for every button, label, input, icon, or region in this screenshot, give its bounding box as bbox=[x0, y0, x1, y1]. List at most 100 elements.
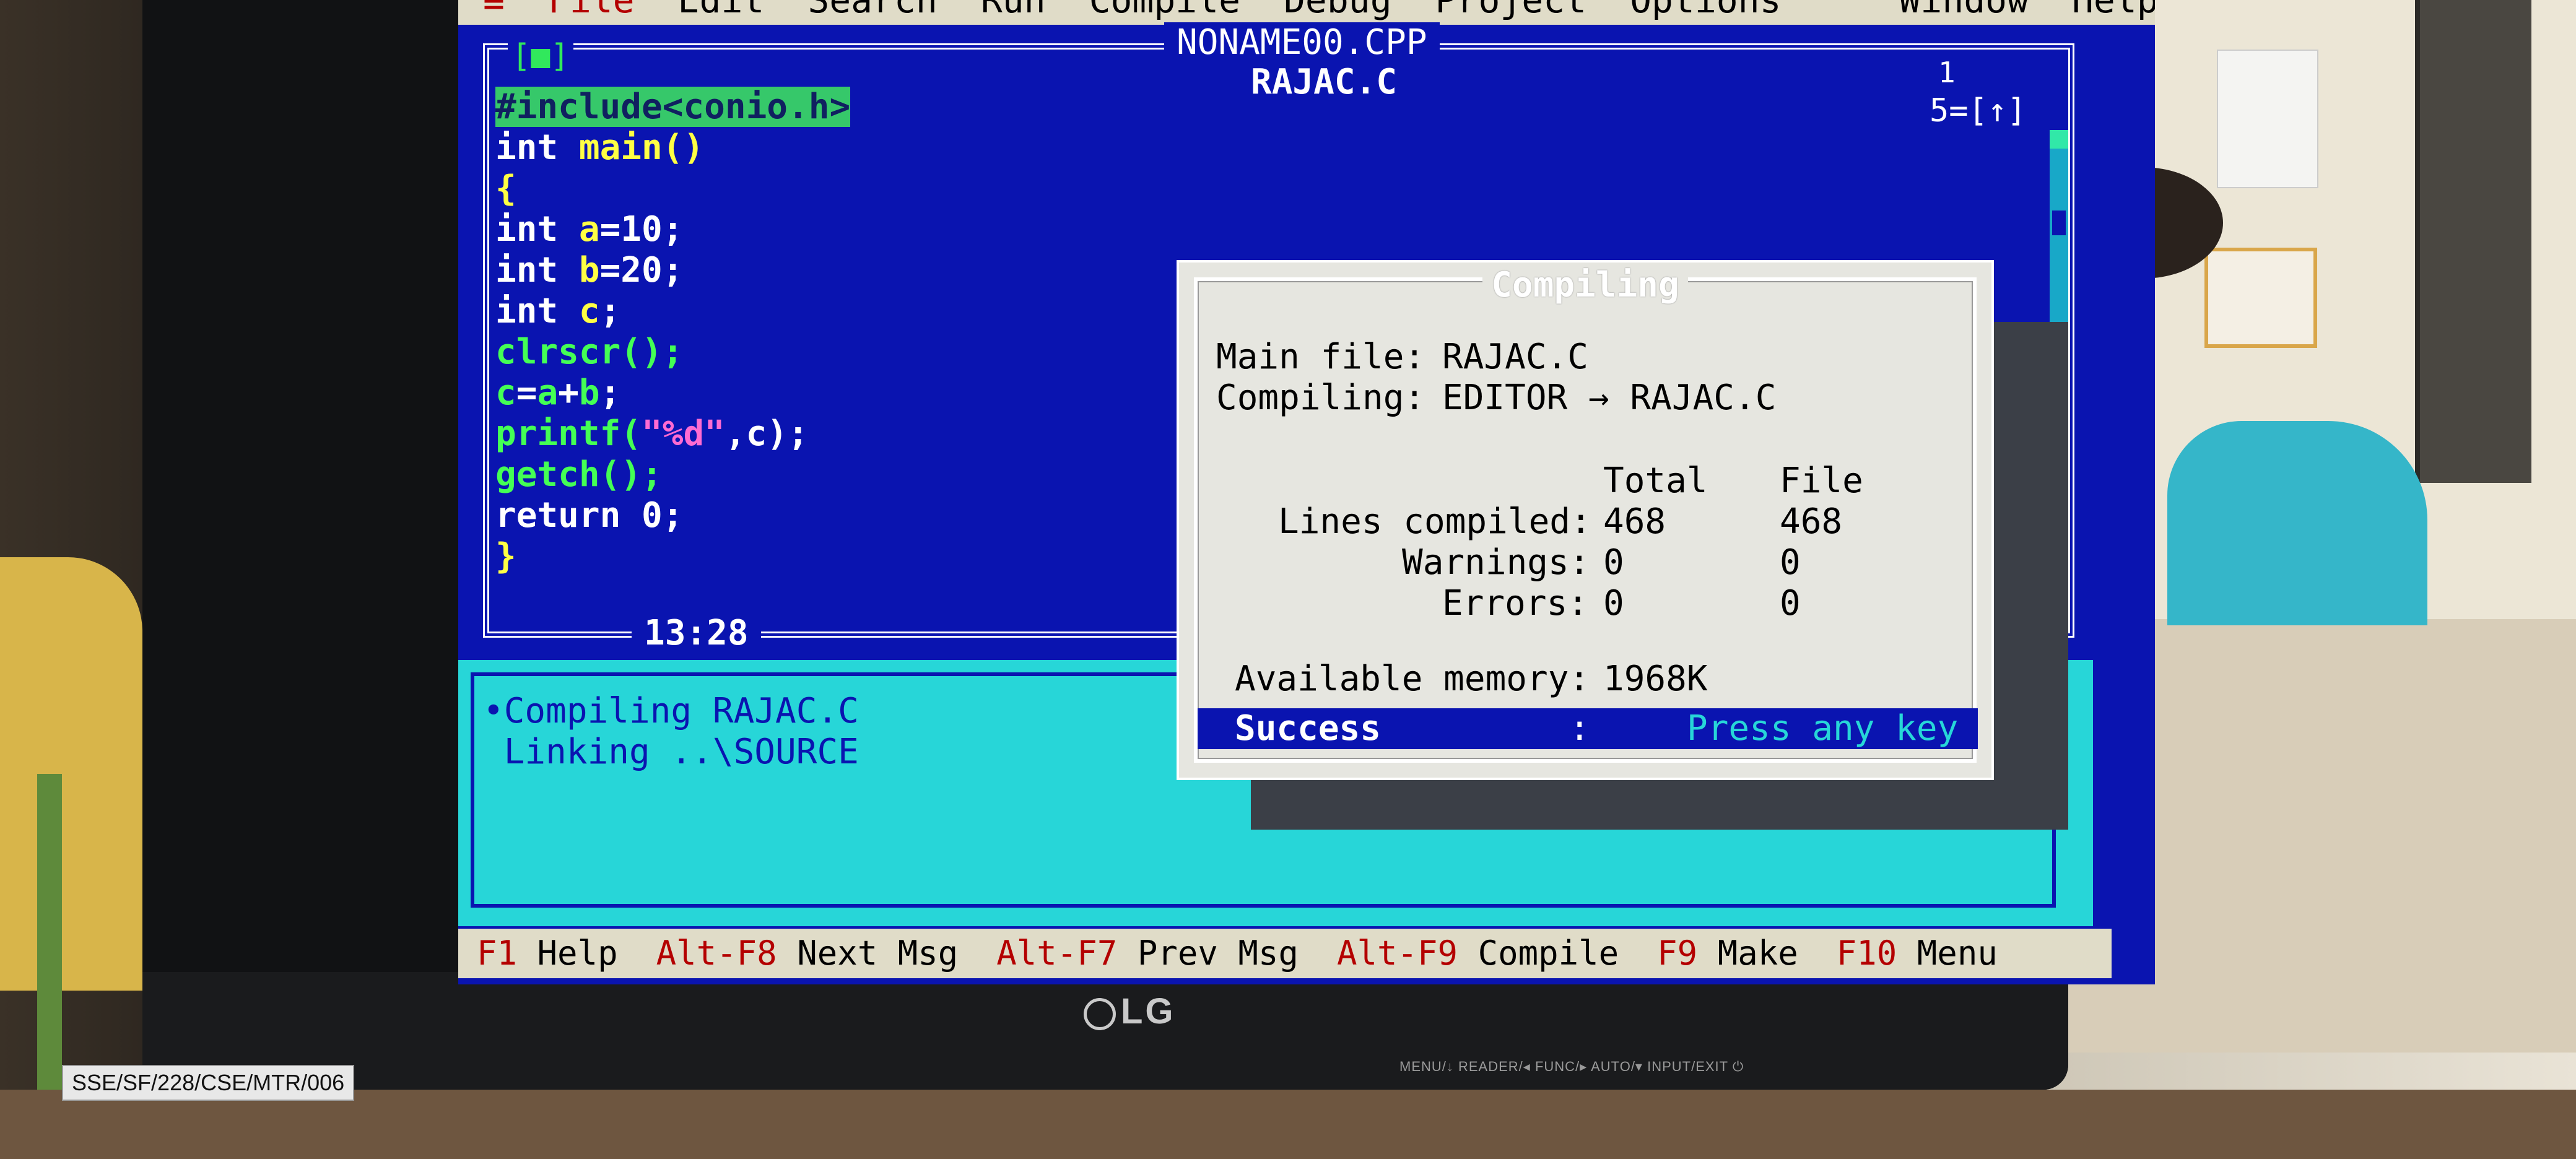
scroll-thumb[interactable] bbox=[2052, 211, 2066, 235]
code-text: =10; bbox=[599, 209, 684, 250]
code-text: { bbox=[495, 168, 516, 209]
code-text: b bbox=[578, 373, 600, 413]
hotkey-make[interactable]: F9 Make bbox=[1657, 933, 1798, 974]
code-line: return 0; bbox=[495, 495, 850, 536]
code-text: ; bbox=[599, 373, 621, 413]
menu-window[interactable]: Window bbox=[1899, 0, 2029, 20]
code-keyword: int bbox=[495, 250, 579, 290]
code-line: c=a+b; bbox=[495, 373, 850, 414]
main-file-label: Main file: bbox=[1216, 337, 1425, 377]
hotkey-compile[interactable]: Alt-F9 Compile bbox=[1337, 933, 1619, 974]
errors-label: Errors: bbox=[1442, 583, 1589, 623]
code-text: = bbox=[516, 373, 537, 413]
press-any-key-prompt: Press any key bbox=[1687, 708, 1959, 749]
message-line[interactable]: •Compiling RAJAC.C bbox=[483, 691, 859, 732]
back-window-title[interactable]: NONAME00.CPP bbox=[1164, 22, 1440, 63]
code-line: printf("%d",c); bbox=[495, 414, 850, 454]
hotkey-key: Alt-F8 bbox=[656, 934, 777, 973]
asset-tag: SSE/SF/228/CSE/MTR/006 bbox=[62, 1065, 355, 1101]
menu-bar: ≡ File Edit Search Run Compile Debug Pro… bbox=[458, 0, 2155, 25]
code-text: printf( bbox=[495, 414, 642, 454]
code-include: #include<conio.h> bbox=[495, 87, 851, 127]
status-bar: F1 Help Alt-F8 Next Msg Alt-F7 Prev Msg … bbox=[458, 929, 2112, 978]
hotkey-label: Prev Msg bbox=[1137, 934, 1299, 973]
code-variable: a bbox=[578, 209, 600, 250]
system-menu[interactable]: ≡ bbox=[483, 0, 505, 20]
lines-compiled-total: 468 bbox=[1603, 501, 1666, 542]
code-line: int main() bbox=[495, 128, 850, 168]
code-text: c bbox=[495, 373, 516, 413]
wall-note bbox=[2204, 248, 2317, 348]
hotkey-help[interactable]: F1 Help bbox=[477, 933, 618, 974]
menu-edit[interactable]: Edit bbox=[678, 0, 765, 20]
code-text: } bbox=[495, 536, 516, 576]
monitor: LG MENU/↓ READER/◂ FUNC/▸ AUTO/▾ INPUT/E… bbox=[142, 0, 2155, 1090]
code-keyword: int bbox=[495, 291, 579, 331]
hotkey-key: F9 bbox=[1657, 934, 1698, 973]
code-text: clrscr(); bbox=[495, 332, 684, 372]
close-box-icon[interactable]: [■] bbox=[508, 36, 573, 77]
menu-run[interactable]: Run bbox=[981, 0, 1046, 20]
menu-file[interactable]: File bbox=[548, 0, 635, 20]
hotkey-label: Compile bbox=[1477, 934, 1619, 973]
code-line: int c; bbox=[495, 291, 850, 332]
memory-value: 1968K bbox=[1603, 659, 1708, 699]
message-line[interactable]: Linking ..\SOURCE bbox=[483, 732, 859, 773]
code-text: 0; bbox=[642, 495, 684, 536]
menu-debug[interactable]: Debug bbox=[1284, 0, 1392, 20]
code-string: "%d" bbox=[642, 414, 725, 454]
success-bar[interactable]: Success : Press any key bbox=[1198, 708, 1978, 749]
code-text: =20; bbox=[599, 250, 684, 290]
menu-search[interactable]: Search bbox=[807, 0, 938, 20]
hotkey-label: Next Msg bbox=[797, 934, 959, 973]
code-text: a bbox=[537, 373, 559, 413]
menu-options[interactable]: Options bbox=[1630, 0, 1781, 20]
dialog-title: Compiling bbox=[1482, 265, 1688, 305]
hotkey-label: Help bbox=[537, 934, 618, 973]
compiling-dialog[interactable]: Compiling Main file: RAJAC.C Compiling: … bbox=[1177, 260, 1994, 780]
code-line: getch(); bbox=[495, 454, 850, 495]
code-text: getch(); bbox=[495, 454, 663, 495]
foreground-plant bbox=[0, 557, 142, 991]
compiling-value: EDITOR → RAJAC.C bbox=[1442, 378, 1777, 418]
hotkey-key: F10 bbox=[1836, 934, 1897, 973]
success-status: Success bbox=[1235, 708, 1382, 749]
background-person bbox=[2167, 421, 2427, 625]
editor-window-title: RAJAC.C bbox=[1238, 62, 1410, 103]
code-line: int a=10; bbox=[495, 209, 850, 250]
code-variable: c bbox=[578, 291, 600, 331]
window-number-zoom[interactable]: 5=[↑] bbox=[1926, 90, 2030, 131]
monitor-buttons-label[interactable]: MENU/↓ READER/◂ FUNC/▸ AUTO/▾ INPUT/EXIT… bbox=[1399, 1059, 1744, 1075]
warnings-file: 0 bbox=[1780, 542, 1801, 583]
dialog-title-bar: Compiling bbox=[1179, 264, 1991, 306]
code-text: + bbox=[558, 373, 579, 413]
hotkey-label: Menu bbox=[1917, 934, 1998, 973]
compiling-label: Compiling: bbox=[1216, 378, 1425, 418]
wall-poster bbox=[2217, 50, 2318, 188]
code-text: ,c); bbox=[724, 414, 809, 454]
menu-compile[interactable]: Compile bbox=[1089, 0, 1240, 20]
hotkey-next-msg[interactable]: Alt-F8 Next Msg bbox=[656, 933, 959, 974]
menu-file-label: File bbox=[547, 0, 635, 21]
hotkey-prev-msg[interactable]: Alt-F7 Prev Msg bbox=[996, 933, 1299, 974]
menu-project[interactable]: Project bbox=[1435, 0, 1586, 20]
scroll-up-icon[interactable] bbox=[2050, 130, 2068, 149]
close-box-label: [■] bbox=[511, 38, 570, 75]
hotkey-menu[interactable]: F10 Menu bbox=[1837, 933, 1998, 974]
code-editor[interactable]: #include<conio.h> int main() { int a=10;… bbox=[495, 87, 851, 577]
code-text: ; bbox=[599, 291, 621, 331]
hotkey-label: Make bbox=[1717, 934, 1798, 973]
turbo-c-screen: ≡ File Edit Search Run Compile Debug Pro… bbox=[458, 0, 2155, 984]
column-file-header: File bbox=[1780, 461, 1863, 501]
brand-text: LG bbox=[1121, 991, 1176, 1031]
main-file-value: RAJAC.C bbox=[1442, 337, 1589, 377]
hotkey-key: Alt-F7 bbox=[996, 934, 1118, 973]
back-window-number: 1 bbox=[1938, 56, 1956, 89]
code-keyword: int bbox=[495, 209, 579, 250]
code-keyword: int bbox=[495, 128, 579, 168]
column-total-header: Total bbox=[1603, 461, 1708, 501]
status-separator: : bbox=[1569, 708, 1590, 749]
menu-help[interactable]: Help bbox=[2072, 0, 2155, 20]
lg-circle-icon bbox=[1084, 997, 1116, 1030]
background-door bbox=[2415, 0, 2531, 483]
